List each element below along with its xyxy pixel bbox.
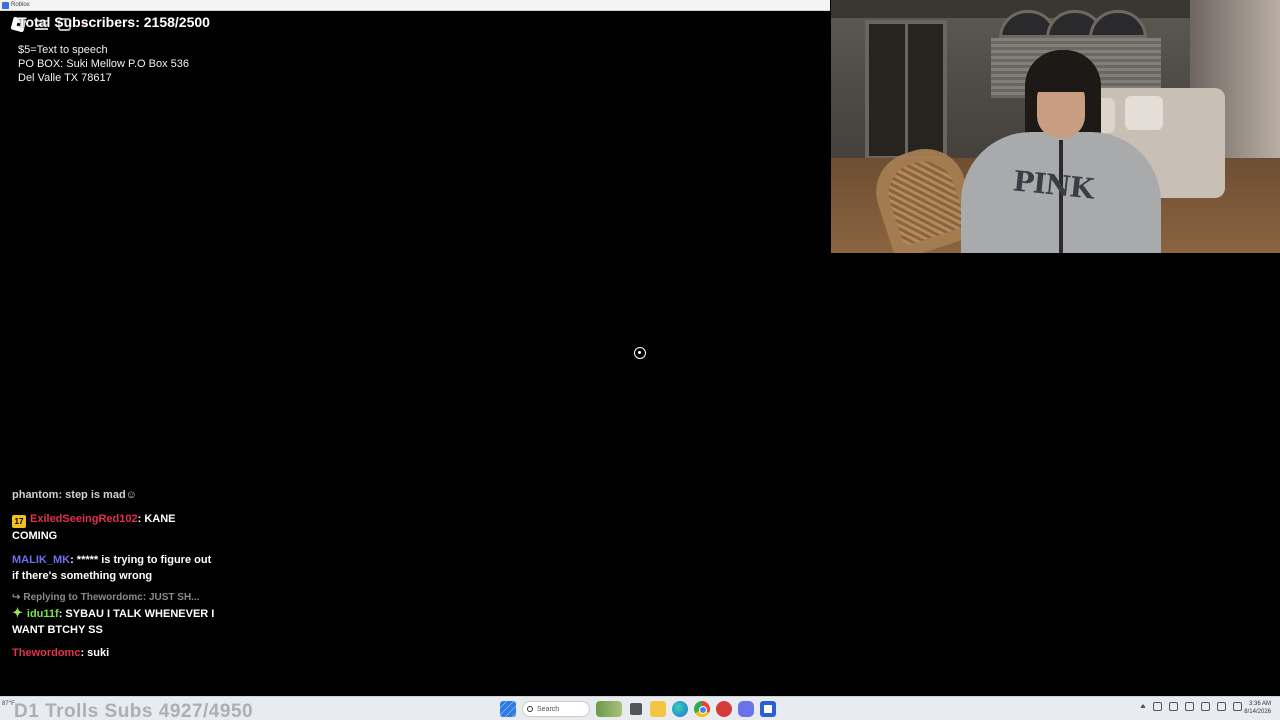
system-tray — [1140, 702, 1242, 711]
sparkle-badge-icon: ✦ — [12, 605, 23, 620]
french-door — [865, 20, 947, 160]
roblox-app-icon — [2, 2, 9, 9]
tray-app-icon[interactable] — [1153, 702, 1162, 711]
sub-badge-icon: 17 — [12, 515, 26, 528]
task-view-icon[interactable] — [628, 701, 644, 717]
reply-context: ↪ Replying to Thewordomc: JUST SH... — [12, 592, 217, 604]
discord-icon[interactable] — [738, 701, 754, 717]
battery-icon[interactable] — [1233, 702, 1242, 711]
reply-arrow-icon: ↪ — [12, 592, 21, 603]
chat-overlay: phantom: step is mad☺ 17 ExiledSeeingRed1… — [12, 490, 217, 669]
streamer-bangs — [1031, 66, 1091, 92]
clock-date: 8/14/2026 — [1244, 709, 1271, 715]
ghost-overlay-text: D1 Trolls Subs 4927/4950 — [14, 701, 254, 720]
start-button[interactable] — [500, 701, 516, 717]
volume-icon[interactable] — [1217, 702, 1226, 711]
streamer: PINK — [961, 50, 1161, 253]
chat-username[interactable]: ExiledSeeingRed102 — [30, 513, 138, 525]
widgets-icon[interactable] — [596, 701, 622, 717]
taskbar-clock[interactable]: 3:36 AM 8/14/2026 — [1244, 700, 1271, 716]
info-block: $5=Text to speech PO BOX: Suki Mellow P.… — [18, 43, 189, 85]
info-line: $5=Text to speech — [18, 44, 108, 56]
crosshair-icon — [634, 347, 646, 359]
chrome-icon[interactable] — [694, 701, 710, 717]
file-explorer-icon[interactable] — [650, 701, 666, 717]
app-icon[interactable] — [716, 701, 732, 717]
chat-username[interactable]: MALIK_MK — [12, 554, 70, 566]
chat-username[interactable]: Thewordomc — [12, 647, 80, 659]
tray-app-icon[interactable] — [1169, 702, 1178, 711]
chat-text: : suki — [80, 647, 110, 659]
clock-time: 3:36 AM — [1248, 701, 1271, 707]
info-line: Del Valle TX 78617 — [18, 72, 112, 84]
search-icon — [527, 706, 533, 712]
chat-message: 17 ExiledSeeingRed102: KANE COMING — [12, 511, 217, 544]
chat-message: Thewordomc: suki — [12, 645, 217, 661]
network-icon[interactable] — [1201, 702, 1210, 711]
window-title: Roblox — [11, 2, 30, 8]
chat-message: ↪ Replying to Thewordomc: JUST SH... ✦ idu… — [12, 592, 217, 638]
taskbar-search[interactable]: Search — [522, 701, 590, 717]
tray-app-icon[interactable] — [1185, 702, 1194, 711]
subscriber-counter: Total Subscribers: 2158/2500 — [18, 14, 210, 30]
taskbar: 87°F D1 Trolls Subs 4927/4950 Search 3:3… — [0, 696, 1280, 720]
chat-message: MALIK_MK: ***** is trying to figure out … — [12, 552, 217, 584]
info-line: PO BOX: Suki Mellow P.O Box 536 — [18, 58, 189, 70]
chat-message-cut: phantom: step is mad☺ — [12, 490, 137, 500]
roblox-taskbar-icon[interactable] — [760, 701, 776, 717]
window-titlebar: Roblox — [0, 0, 830, 11]
taskbar-apps: Search — [500, 700, 776, 718]
tray-overflow-icon[interactable] — [1140, 704, 1146, 708]
reply-text: Replying to Thewordomc: JUST SH... — [23, 592, 200, 603]
webcam-feed: PINK — [831, 0, 1280, 253]
search-label: Search — [537, 705, 560, 713]
edge-icon[interactable] — [672, 701, 688, 717]
chat-username[interactable]: idu11f — [27, 608, 59, 620]
